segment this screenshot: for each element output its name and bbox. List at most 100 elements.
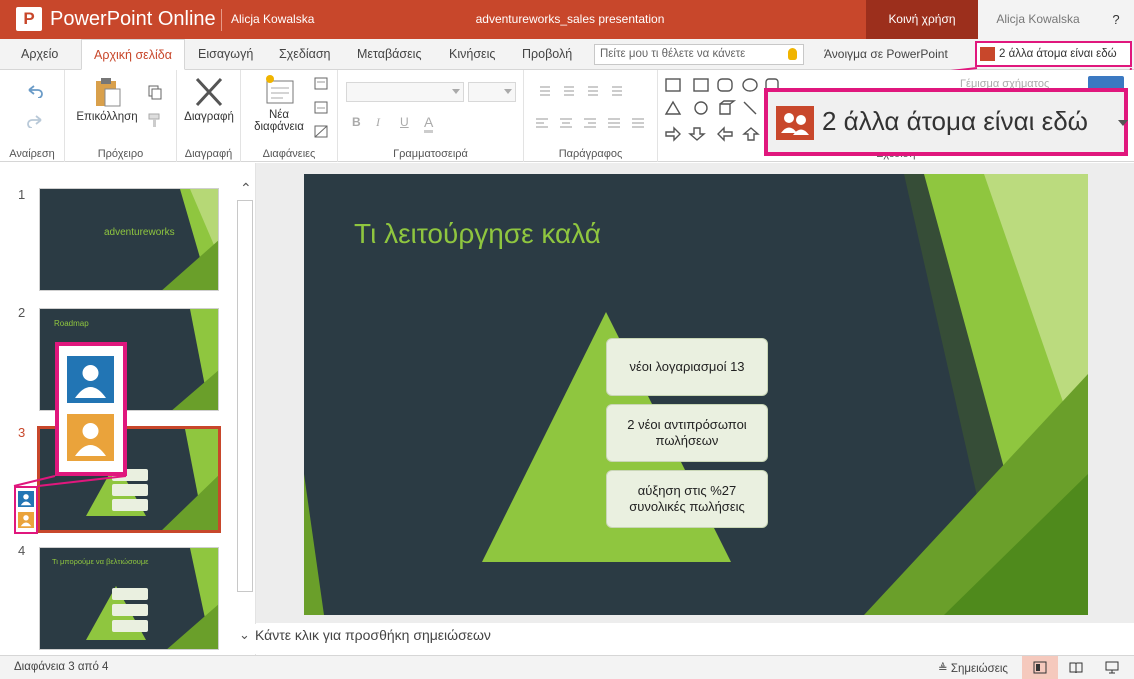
delete-x-icon [195,77,223,107]
card-text: 2 νέοι αντιπρόσωποι [627,417,747,432]
font-group-label: Γραμματοσειρά [393,148,468,160]
list-buttons-icons[interactable] [534,84,644,98]
current-slide[interactable]: Τι λειτούργησε καλά νέοι λογαριασμοί 13 … [304,174,1088,615]
new-slide-label-line2: διαφάνεια [254,121,304,133]
slideshow-view-button[interactable] [1094,656,1130,679]
slide-text-card-3[interactable]: αύξηση στις %27 συνολικές πωλήσεις [606,470,768,528]
open-in-powerpoint-button[interactable]: Άνοιγμα σε PowerPoint [824,47,948,61]
tab-transitions[interactable]: Μεταβάσεις [357,39,421,69]
undo-group: Αναίρεση [0,70,65,162]
new-slide-label-line1: Νέα [268,109,290,121]
slide-text-card-1[interactable]: νέοι λογαριασμοί 13 [606,338,768,396]
thumbnail-number: 3 [18,425,26,440]
chevron-down-icon [452,89,460,94]
font-name-select[interactable] [346,82,464,102]
paragraph-group: Παράγραφος [524,70,658,162]
scrollbar-thumb[interactable] [237,200,253,592]
notes-pane[interactable]: ⌄ Κάντε κλικ για προσθήκη σημειώσεων [237,624,1134,654]
font-size-select[interactable] [468,82,516,102]
slides-group-label: Διαφάνειες [262,148,316,160]
people-icon [776,106,814,140]
card-text: πωλήσεων [655,433,719,448]
slide-thumbnail-1[interactable]: adventureworks [39,188,219,291]
tab-insert[interactable]: Εισαγωγή [198,39,253,69]
tab-view[interactable]: Προβολή [522,39,572,69]
copy-icon[interactable] [147,84,163,100]
new-slide-icon [266,75,294,104]
paste-button[interactable]: Επικόλληση [73,76,141,123]
lightbulb-icon [788,48,797,60]
font-color-button[interactable]: A [424,114,434,133]
slide-thumbnail-graphic [162,189,218,290]
thumbnail-title: Τι μπορούμε να βελτιώσουμε [52,557,149,566]
slide-title[interactable]: Τι λειτούργησε καλά [354,218,601,250]
slide-thumbnail-pane: 1 adventureworks 2 Roadmap 3 4 Τι μπορού… [0,163,256,655]
document-owner[interactable]: Alicja Kowalska [231,12,314,26]
notes-toggle-label: Σημειώσεις [950,663,1008,675]
undo-group-label: Αναίρεση [9,148,55,160]
reading-view-icon [1069,662,1083,674]
undo-icon[interactable] [26,84,44,98]
normal-view-icon [1033,661,1047,674]
alignment-buttons-icons[interactable] [534,116,652,130]
powerpoint-logo-icon: P [16,7,42,31]
chevron-down-icon [1118,120,1128,126]
delete-group: Διαγραφή Διαγραφή [177,70,241,162]
user-account-button[interactable]: Alicja Kowalska [978,0,1098,39]
clipboard-group-label: Πρόχειρο [97,148,144,160]
tab-file[interactable]: Αρχείο [21,39,58,69]
delete-group-label: Διαγραφή [184,148,233,160]
hide-slide-icon[interactable] [313,124,329,140]
slide-text-card-2[interactable]: 2 νέοι αντιπρόσωποι πωλήσεων [606,404,768,462]
notes-toggle-button[interactable]: ≜ Σημειώσεις [938,661,1008,675]
reading-view-button[interactable] [1058,656,1094,679]
chevron-down-icon[interactable]: ⌄ [239,627,250,643]
presence-label: 2 άλλα άτομα είναι εδώ [999,48,1117,60]
tab-home[interactable]: Αρχική σελίδα [81,39,185,70]
title-divider [221,9,222,31]
tab-animations[interactable]: Κινήσεις [449,39,495,69]
slides-group: Νέα διαφάνεια Διαφάνειες [241,70,338,162]
bold-button[interactable]: B [352,115,361,129]
clipboard-group: Επικόλληση Πρόχειρο [65,70,177,162]
presence-callout-zoom: 2 άλλα άτομα είναι εδώ [764,88,1128,156]
redo-icon[interactable] [26,114,44,128]
thumbnail-title: adventureworks [104,227,175,238]
app-name[interactable]: PowerPoint Online [50,6,216,32]
people-icon [980,47,995,61]
notes-placeholder[interactable]: Κάντε κλικ για προσθήκη σημειώσεων [255,627,491,643]
help-button[interactable]: ? [1098,0,1134,39]
co-author-avatars[interactable] [14,486,38,534]
delete-button[interactable]: Διαγραφή [179,76,239,123]
ribbon-tab-bar: Αρχείο Αρχική σελίδα Εισαγωγή Σχεδίαση Μ… [0,39,1134,70]
tab-design[interactable]: Σχεδίαση [279,39,331,69]
tell-me-placeholder: Πείτε μου τι θέλετε να κάνετε [600,48,746,60]
new-slide-button[interactable]: Νέα διαφάνεια [249,74,309,133]
italic-button[interactable]: I [376,115,380,130]
normal-view-button[interactable] [1022,656,1058,679]
notes-icon: ≜ [938,663,951,675]
slide-thumbnail-4[interactable]: Τι μπορούμε να βελτιώσουμε [39,547,219,650]
thumbnail-scrollbar[interactable]: ⌃ ⌄ [236,178,254,653]
paste-label: Επικόλληση [76,111,138,123]
share-button[interactable]: Κοινή χρήση [866,0,978,39]
presence-callout-label: 2 άλλα άτομα είναι εδώ [822,106,1088,136]
chevron-down-icon [504,89,512,94]
paste-icon [96,78,121,107]
format-painter-icon[interactable] [147,112,163,128]
tell-me-search-input[interactable]: Πείτε μου τι θέλετε να κάνετε [594,44,804,65]
document-name[interactable]: adventureworks_sales presentation [420,12,720,26]
card-text: αύξηση στις %27 [637,483,737,498]
user-avatar-orange-icon [18,512,34,528]
underline-button[interactable]: U [400,115,409,129]
duplicate-slide-icon[interactable] [313,100,329,116]
presence-indicator-button[interactable]: 2 άλλα άτομα είναι εδώ [975,41,1132,67]
thumbnail-title: Roadmap [54,319,89,328]
thumbnail-number: 2 [18,305,26,320]
scroll-up-icon[interactable]: ⌃ [240,180,252,197]
card-text: συνολικές πωλήσεις [629,499,745,514]
title-bar: P PowerPoint Online Alicja Kowalska adve… [0,0,1134,39]
delete-label: Διαγραφή [184,111,234,123]
user-avatar-blue-icon [67,356,114,403]
slide-layout-icon[interactable] [313,76,329,92]
